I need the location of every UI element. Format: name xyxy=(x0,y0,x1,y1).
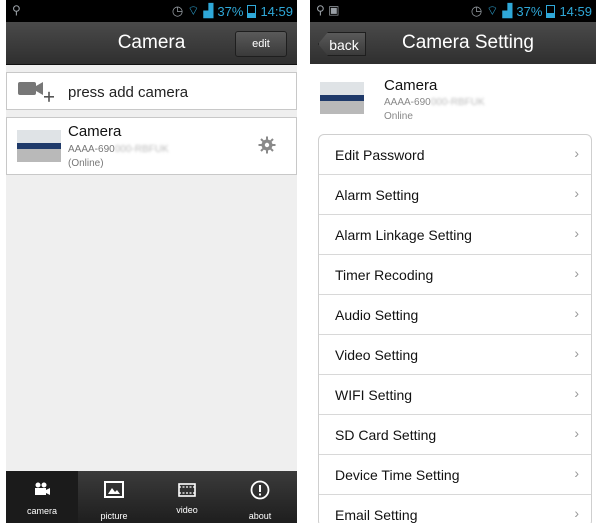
camera-thumbnail xyxy=(17,130,61,162)
tab-picture[interactable]: picture xyxy=(78,471,150,523)
title-bar: back Camera Setting xyxy=(310,22,596,65)
settings-list: Edit Password › Alarm Setting › Alarm Li… xyxy=(318,134,592,523)
setting-video[interactable]: Video Setting › xyxy=(319,335,591,375)
chevron-right-icon: › xyxy=(574,225,579,241)
battery-percent: 37% xyxy=(516,3,543,19)
add-camera-button[interactable]: press add camera xyxy=(6,72,297,110)
setting-label: Alarm Setting xyxy=(335,187,420,203)
setting-timer-recording[interactable]: Timer Recoding › xyxy=(319,255,591,295)
setting-label: Timer Recoding xyxy=(335,267,434,283)
video-icon xyxy=(178,483,196,497)
device-status: Online xyxy=(384,111,413,122)
clock: 14:59 xyxy=(260,3,293,19)
setting-label: WIFI Setting xyxy=(335,387,413,403)
page-title: Camera Setting xyxy=(401,32,534,53)
tab-about-label: about xyxy=(248,511,272,521)
camera-icon xyxy=(35,482,50,495)
camera-uid: AAAA-690000-RBFUK xyxy=(68,144,169,155)
setting-edit-password[interactable]: Edit Password › xyxy=(319,135,591,175)
device-name: Camera xyxy=(384,77,438,94)
wifi-icon: ⌔ xyxy=(187,3,200,18)
chevron-right-icon: › xyxy=(574,265,579,281)
camera-name: Camera xyxy=(68,123,122,140)
setting-wifi[interactable]: WIFI Setting › xyxy=(319,375,591,415)
battery-percent: 37% xyxy=(217,3,244,19)
camera-thumbnail xyxy=(320,82,364,114)
camera-status: (Online) xyxy=(68,158,104,169)
camera-list-screen: ⚲ ◷ ⌔ ▟ 37% 14:59 Camera edit press add … xyxy=(6,0,297,523)
clock: 14:59 xyxy=(559,3,592,19)
usb-icon: ⚲ ▣ xyxy=(316,3,340,17)
setting-sd-card[interactable]: SD Card Setting › xyxy=(319,415,591,455)
add-camera-label: press add camera xyxy=(68,84,189,101)
gear-icon[interactable] xyxy=(258,136,276,154)
setting-alarm[interactable]: Alarm Setting › xyxy=(319,175,591,215)
tab-picture-label: picture xyxy=(100,511,128,521)
picture-icon xyxy=(104,481,124,498)
camera-setting-screen: ⚲ ▣ ◷ ⌔ ▟ 37% 14:59 back Camera Setting … xyxy=(310,0,596,523)
battery-icon xyxy=(546,4,556,18)
setting-label: Edit Password xyxy=(335,147,425,163)
device-header: Camera AAAA-690000-RBFUK Online xyxy=(310,64,596,134)
camera-list-item[interactable]: Camera AAAA-690000-RBFUK (Online) xyxy=(6,117,297,175)
setting-label: Audio Setting xyxy=(335,307,419,323)
setting-alarm-linkage[interactable]: Alarm Linkage Setting › xyxy=(319,215,591,255)
chevron-right-icon: › xyxy=(574,305,579,321)
signal-icon: ▟ xyxy=(203,3,214,18)
setting-label: Email Setting xyxy=(335,507,418,523)
setting-label: SD Card Setting xyxy=(335,427,437,443)
setting-label: Alarm Linkage Setting xyxy=(335,227,472,243)
chevron-right-icon: › xyxy=(574,505,579,521)
tab-camera[interactable]: camera xyxy=(6,471,78,523)
edit-button[interactable]: edit xyxy=(235,31,287,57)
tab-about[interactable]: about xyxy=(224,471,296,523)
signal-icon: ▟ xyxy=(502,3,513,18)
setting-email[interactable]: Email Setting › xyxy=(319,495,591,523)
setting-label: Device Time Setting xyxy=(335,467,460,483)
bottom-tab-bar: camera picture video about xyxy=(6,471,297,523)
chevron-right-icon: › xyxy=(574,345,579,361)
chevron-right-icon: › xyxy=(574,425,579,441)
battery-icon xyxy=(247,4,257,18)
setting-audio[interactable]: Audio Setting › xyxy=(319,295,591,335)
wifi-icon: ⌔ xyxy=(486,3,499,18)
chevron-right-icon: › xyxy=(574,465,579,481)
alarm-icon: ◷ xyxy=(470,3,483,18)
title-bar: Camera edit xyxy=(6,22,297,65)
status-bar: ⚲ ▣ ◷ ⌔ ▟ 37% 14:59 xyxy=(310,0,596,22)
setting-device-time[interactable]: Device Time Setting › xyxy=(319,455,591,495)
chevron-right-icon: › xyxy=(574,145,579,161)
status-bar: ⚲ ◷ ⌔ ▟ 37% 14:59 xyxy=(6,0,297,22)
tab-camera-label: camera xyxy=(26,506,57,516)
device-uid: AAAA-690000-RBFUK xyxy=(384,97,485,108)
chevron-right-icon: › xyxy=(574,185,579,201)
setting-label: Video Setting xyxy=(335,347,419,363)
usb-icon: ⚲ xyxy=(12,3,21,17)
alarm-icon: ◷ xyxy=(171,3,184,18)
tab-video-label: video xyxy=(176,505,198,515)
info-icon xyxy=(250,480,270,500)
tab-video[interactable]: video xyxy=(151,471,223,523)
chevron-right-icon: › xyxy=(574,385,579,401)
add-camera-icon xyxy=(18,82,54,102)
